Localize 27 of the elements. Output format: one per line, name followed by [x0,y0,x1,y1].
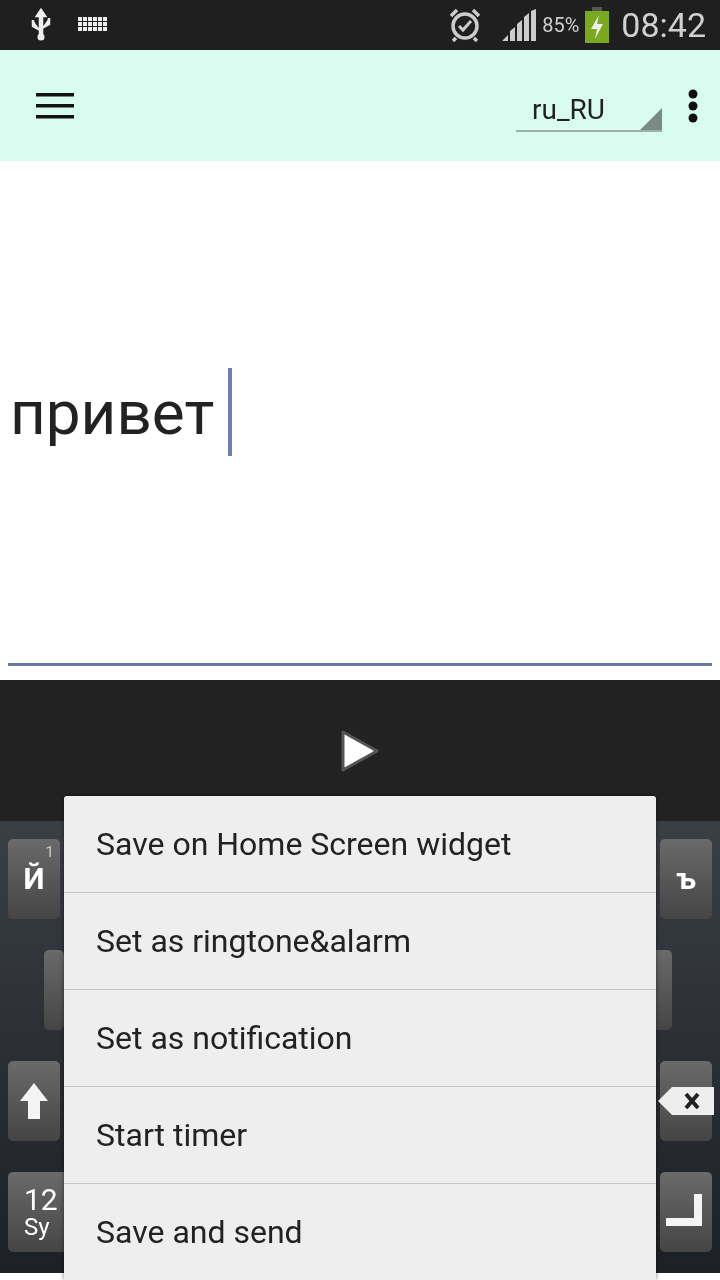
shift-key[interactable] [8,1060,60,1141]
play-icon[interactable] [340,728,380,773]
clock-time: 08:42 [621,5,706,45]
menu-item[interactable]: Start timer [64,1086,656,1183]
signal-icon [502,9,537,41]
alarm-icon [448,8,483,42]
letter-key[interactable]: Й 1 [8,838,60,919]
keyboard-icon [78,17,108,33]
usb-icon [30,8,52,42]
overflow-menu-icon[interactable] [688,88,698,123]
battery-percentage: 85% [542,13,580,37]
locale-dropdown[interactable]: ru_RU [516,89,662,132]
menu-item[interactable]: Save on Home Screen widget [64,796,656,892]
menu-item[interactable]: Save and send [64,1183,656,1280]
menu-item[interactable]: Set as notification [64,989,656,1086]
key-sublabel: Sy [24,1214,50,1239]
battery-charging-icon [585,7,610,43]
key-hint: 1 [45,842,54,861]
dropdown-arrow-icon [640,107,662,130]
key-label: 12 [24,1184,58,1215]
input-text: привет [9,375,215,449]
backspace-icon [658,1086,714,1115]
letter-key[interactable]: ъ [660,838,712,919]
menu-icon[interactable] [36,92,74,119]
enter-key[interactable] [660,1171,712,1252]
backspace-key[interactable] [660,1060,712,1141]
menu-item[interactable]: Set as ringtone&alarm [64,892,656,989]
